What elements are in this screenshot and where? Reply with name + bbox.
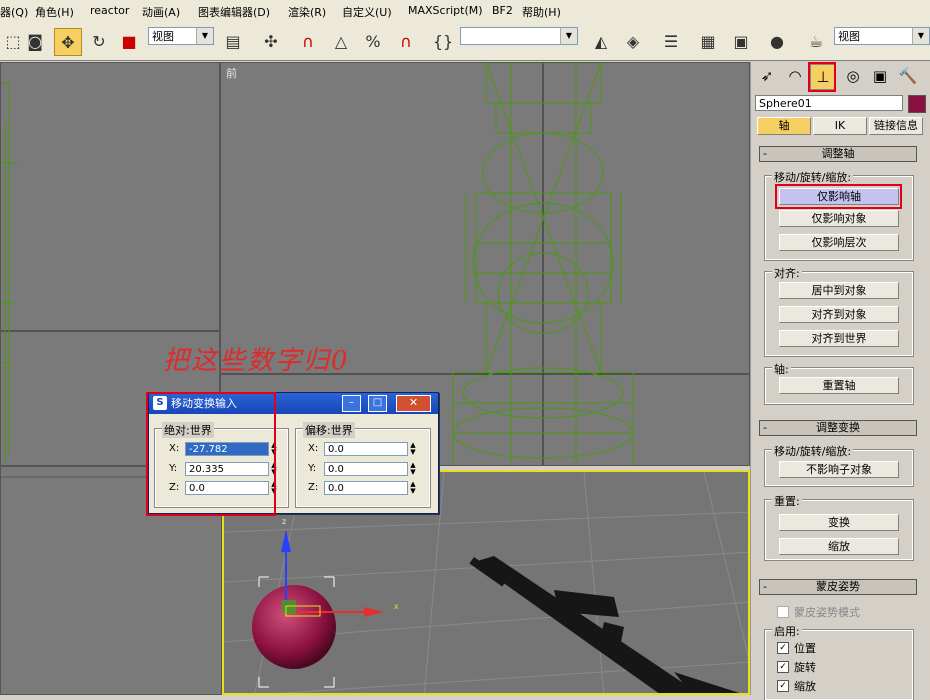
off-y-label: Y:: [308, 463, 317, 474]
affect-object-only-button[interactable]: 仅影响对象: [779, 210, 899, 227]
motion-tab-icon[interactable]: ◎: [841, 64, 865, 88]
modify-tab-icon[interactable]: ◠: [783, 64, 807, 88]
snap-toggle-icon[interactable]: ∩: [295, 28, 321, 54]
align-to-world-button[interactable]: 对齐到世界: [779, 330, 899, 347]
offset-y-spinner[interactable]: ▲ ▼: [409, 462, 417, 476]
adjust-transform-rollout-header[interactable]: - 调整变换: [759, 420, 917, 436]
rotation-checkbox[interactable]: ✓ 旋转: [777, 659, 816, 675]
named-selection-set-select[interactable]: ▼: [460, 27, 578, 45]
tab-ik[interactable]: IK: [813, 117, 867, 135]
offset-z-field[interactable]: 0.0: [324, 481, 408, 495]
object-name-field[interactable]: Sphere01: [755, 95, 903, 111]
manipulate-icon[interactable]: ✣: [258, 28, 284, 54]
position-checkbox[interactable]: ✓ 位置: [777, 640, 816, 656]
percent-snap-icon[interactable]: %: [360, 28, 386, 54]
layer-manager-icon[interactable]: ☰: [658, 28, 684, 54]
menu-item[interactable]: 自定义(U): [342, 4, 392, 20]
menu-item[interactable]: MAXScript(M): [408, 4, 483, 17]
align-to-object-button[interactable]: 对齐到对象: [779, 306, 899, 323]
offset-y-field[interactable]: 0.0: [324, 462, 408, 476]
tab-pivot[interactable]: 轴: [757, 117, 811, 135]
reference-coordinate-select[interactable]: 视图 ▼: [148, 27, 214, 45]
render-scene-icon[interactable]: ☕: [803, 28, 829, 54]
reset-scale-button[interactable]: 缩放: [779, 538, 899, 555]
annotation-highlight-pivot-only: [775, 184, 902, 209]
align-icon[interactable]: ◈: [620, 28, 646, 54]
rifle-model: [469, 556, 740, 693]
center-to-object-button[interactable]: 居中到对象: [779, 282, 899, 299]
maximize-icon[interactable]: □: [368, 395, 387, 412]
minimize-icon[interactable]: –: [342, 395, 361, 412]
utilities-tab-icon[interactable]: 🔨: [896, 64, 920, 88]
gizmo-z-label: z: [282, 517, 286, 526]
offset-world-label: 偏移:世界: [303, 422, 355, 438]
render-view-select[interactable]: 视图 ▼: [834, 27, 930, 45]
handwritten-annotation: 把这些数字归0: [163, 346, 350, 376]
reset-transform-button[interactable]: 变换: [779, 514, 899, 531]
gizmo-x-label: x: [394, 602, 399, 611]
affect-hierarchy-only-button[interactable]: 仅影响层次: [779, 234, 899, 251]
close-icon[interactable]: ✕: [396, 395, 431, 412]
skin-pose-rollout-header[interactable]: - 蒙皮姿势: [759, 579, 917, 595]
menu-item[interactable]: 渲染(R): [288, 4, 326, 20]
curve-editor-icon[interactable]: ▦: [695, 28, 721, 54]
menu-item[interactable]: 器(Q): [0, 4, 28, 20]
reset-pivot-button[interactable]: 重置轴: [779, 377, 899, 394]
annotation-highlight-hierarchy: [808, 62, 836, 92]
angle-snap-icon[interactable]: △: [328, 28, 354, 54]
window-crossing-icon[interactable]: ◙: [22, 28, 48, 54]
menu-item[interactable]: reactor: [90, 4, 129, 17]
menu-bar: 器(Q) 角色(H) reactor 动画(A) 图表编辑器(D) 渲染(R) …: [0, 0, 930, 25]
mirror-icon[interactable]: ◭: [588, 28, 614, 54]
annotation-highlight-absolute: [146, 392, 276, 516]
off-x-label: X:: [308, 443, 319, 454]
schematic-view-icon[interactable]: ▣: [728, 28, 754, 54]
menu-item[interactable]: BF2: [492, 4, 513, 17]
main-toolbar: ⬚ ◙ ✥ ↻ ■ 视图 ▼ ▤ ✣ ∩ △ % ∩ {} ▼ ◭ ◈ ☰ ▦ ▣…: [0, 24, 930, 61]
create-tab-icon[interactable]: ➶: [755, 64, 779, 88]
material-editor-icon[interactable]: ●: [764, 28, 790, 54]
display-tab-icon[interactable]: ▣: [868, 64, 892, 88]
named-selection-icon[interactable]: {}: [430, 28, 456, 54]
menu-item[interactable]: 帮助(H): [522, 4, 561, 20]
select-rotate-icon[interactable]: ↻: [86, 28, 112, 54]
menu-item[interactable]: 角色(H): [35, 4, 74, 20]
object-color-swatch[interactable]: [908, 95, 926, 113]
tab-link-info[interactable]: 链接信息: [869, 117, 923, 135]
pivot-center-icon[interactable]: ▤: [220, 28, 246, 54]
off-z-label: Z:: [308, 482, 319, 493]
menu-item[interactable]: 动画(A): [142, 4, 180, 20]
offset-x-spinner[interactable]: ▲ ▼: [409, 442, 417, 456]
dont-affect-children-button[interactable]: 不影响子对象: [779, 461, 899, 478]
offset-x-field[interactable]: 0.0: [324, 442, 408, 456]
spinner-snap-icon[interactable]: ∩: [393, 28, 419, 54]
offset-z-spinner[interactable]: ▲ ▼: [409, 481, 417, 495]
sphere-object[interactable]: [252, 585, 336, 669]
select-move-icon[interactable]: ✥: [54, 28, 82, 56]
command-panel: ➶ ◠ ⊥ ◎ ▣ 🔨 Sphere01 轴 IK 链接信息 - 调整轴 移动/旋…: [750, 62, 930, 700]
select-scale-icon[interactable]: ■: [116, 28, 142, 54]
menu-item[interactable]: 图表编辑器(D): [198, 4, 270, 20]
adjust-pivot-rollout-header[interactable]: - 调整轴: [759, 146, 917, 162]
skin-pose-mode-checkbox[interactable]: 蒙皮姿势模式: [777, 604, 860, 620]
scale-checkbox[interactable]: ✓ 缩放: [777, 678, 816, 694]
